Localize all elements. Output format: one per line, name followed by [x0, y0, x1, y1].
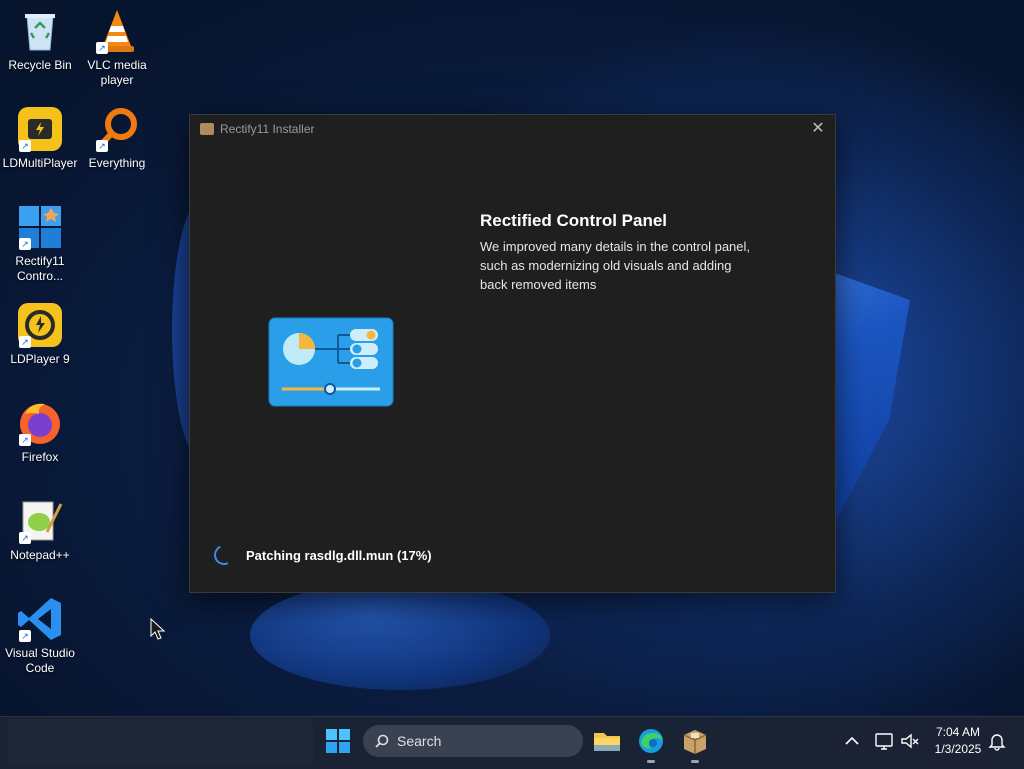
ldplayer-icon: ↗	[17, 302, 63, 348]
desktop-icon-label: Notepad++	[10, 548, 70, 562]
desktop-icon-everything[interactable]: ↗ Everything	[77, 106, 157, 171]
running-indicator	[647, 760, 655, 763]
speaker-muted-icon	[901, 733, 919, 749]
shortcut-arrow-icon: ↗	[19, 140, 31, 152]
taskbar-clock[interactable]: 7:04 AM 1/3/2025	[928, 724, 988, 758]
bell-icon	[988, 734, 1006, 751]
installer-box-icon	[683, 730, 707, 754]
windows-logo-icon	[326, 729, 350, 753]
shortcut-arrow-icon: ↗	[19, 238, 31, 250]
folder-icon	[594, 733, 620, 751]
start-button[interactable]	[326, 729, 350, 753]
shortcut-arrow-icon: ↗	[19, 630, 31, 642]
desktop-icon-label: Visual Studio Code	[5, 646, 75, 675]
shortcut-arrow-icon: ↗	[96, 140, 108, 152]
show-hidden-icons-button[interactable]	[844, 729, 860, 753]
desktop-icon-label: VLC media player	[87, 58, 147, 87]
edge-browser-icon	[639, 729, 663, 753]
everything-icon: ↗	[94, 106, 140, 152]
shortcut-arrow-icon: ↗	[19, 532, 31, 544]
mouse-cursor-icon	[150, 618, 166, 640]
desktop-icon-label: LDPlayer 9	[10, 352, 70, 366]
taskbar-file-explorer[interactable]	[591, 725, 623, 757]
vlc-icon: ↗	[94, 8, 140, 54]
shortcut-arrow-icon: ↗	[19, 434, 31, 446]
desktop-icon-label: Rectify11 Contro...	[15, 254, 65, 283]
firefox-icon: ↗	[17, 400, 63, 446]
vscode-icon: ↗	[17, 596, 63, 642]
network-icon	[875, 733, 893, 750]
desktop-icon-recycle-bin[interactable]: Recycle Bin	[0, 8, 80, 73]
loading-spinner-icon	[211, 542, 237, 568]
desktop-icon-vlc[interactable]: ↗ VLC media player	[77, 8, 157, 88]
shortcut-arrow-icon: ↗	[96, 42, 108, 54]
feature-description: We improved many details in the control …	[480, 239, 751, 292]
search-placeholder: Search	[397, 733, 442, 749]
desktop-icon-label: Recycle Bin	[8, 58, 72, 72]
shortcut-arrow-icon: ↗	[19, 336, 31, 348]
taskbar-edge[interactable]	[635, 725, 667, 763]
installer-app-icon	[200, 123, 214, 135]
recycle-bin-icon	[17, 8, 63, 54]
taskbar-search-box[interactable]: Search	[363, 725, 583, 757]
search-icon	[375, 734, 389, 748]
running-indicator	[691, 760, 699, 763]
notepadpp-icon: ↗	[17, 498, 63, 544]
clock-time: 7:04 AM	[935, 725, 981, 739]
taskbar-rectify11-installer[interactable]	[679, 725, 711, 763]
notifications-button[interactable]	[988, 729, 1006, 753]
installer-window: Rectify11 Installer ✕ Rectified Control …	[189, 114, 836, 593]
volume-button[interactable]	[900, 729, 920, 753]
taskbar: Search 7:04 AM 1/3/2025	[0, 716, 1024, 769]
network-status-button[interactable]	[874, 729, 894, 753]
desktop-icon-label: LDMultiPlayer	[2, 156, 78, 170]
feature-title: Rectified Control Panel	[480, 211, 668, 230]
desktop-icon-ldmultiplayer[interactable]: ↗ LDMultiPlayer	[0, 106, 80, 171]
desktop-icon-label: Firefox	[21, 450, 59, 464]
progress-status-text: Patching rasdlg.dll.mun (17%)	[246, 547, 432, 563]
desktop-icon-notepadpp[interactable]: ↗ Notepad++	[0, 498, 80, 563]
wallpaper-bloom	[250, 580, 550, 690]
desktop-icon-label: Everything	[88, 156, 146, 170]
desktop-icon-firefox[interactable]: ↗ Firefox	[0, 400, 80, 465]
chevron-up-icon	[845, 736, 859, 745]
progress-status: Patching rasdlg.dll.mun (17%)	[211, 542, 432, 568]
clock-date: 1/3/2025	[934, 742, 982, 756]
rectify11-icon: ↗	[17, 204, 63, 250]
desktop-icon-rectify11[interactable]: ↗ Rectify11 Contro...	[0, 204, 80, 284]
title-bar[interactable]: Rectify11 Installer	[190, 115, 835, 143]
desktop-icon-ldplayer[interactable]: ↗ LDPlayer 9	[0, 302, 80, 367]
close-button[interactable]: ✕	[807, 118, 829, 140]
taskbar-widgets-area[interactable]	[8, 719, 313, 765]
close-icon: ✕	[811, 120, 825, 137]
control-panel-illustration-icon	[268, 317, 394, 407]
window-title: Rectify11 Installer	[220, 122, 315, 136]
desktop-icon-vscode[interactable]: ↗ Visual Studio Code	[0, 596, 80, 676]
ldmultiplayer-icon: ↗	[17, 106, 63, 152]
